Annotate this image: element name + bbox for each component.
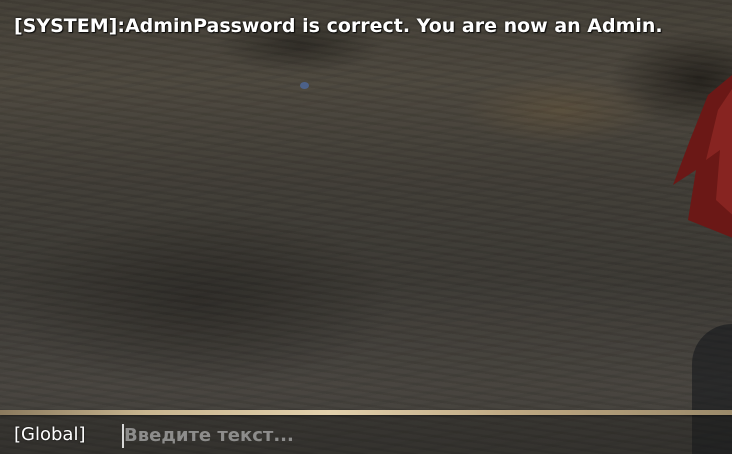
chat-message-system: [SYSTEM]:AdminPassword is correct. You a… xyxy=(14,15,663,37)
chat-bar-divider xyxy=(0,410,732,415)
chat-log: [SYSTEM]:AdminPassword is correct. You a… xyxy=(14,12,718,40)
chat-input-bar: [Global] xyxy=(0,410,732,454)
chat-input-field[interactable] xyxy=(122,420,604,450)
chat-input-container[interactable] xyxy=(106,420,724,450)
text-cursor xyxy=(122,424,124,448)
game-viewport: [SYSTEM]:AdminPassword is correct. You a… xyxy=(0,0,732,454)
chat-channel-label[interactable]: [Global] xyxy=(14,424,85,446)
chat-window: [SYSTEM]:AdminPassword is correct. You a… xyxy=(0,0,732,454)
